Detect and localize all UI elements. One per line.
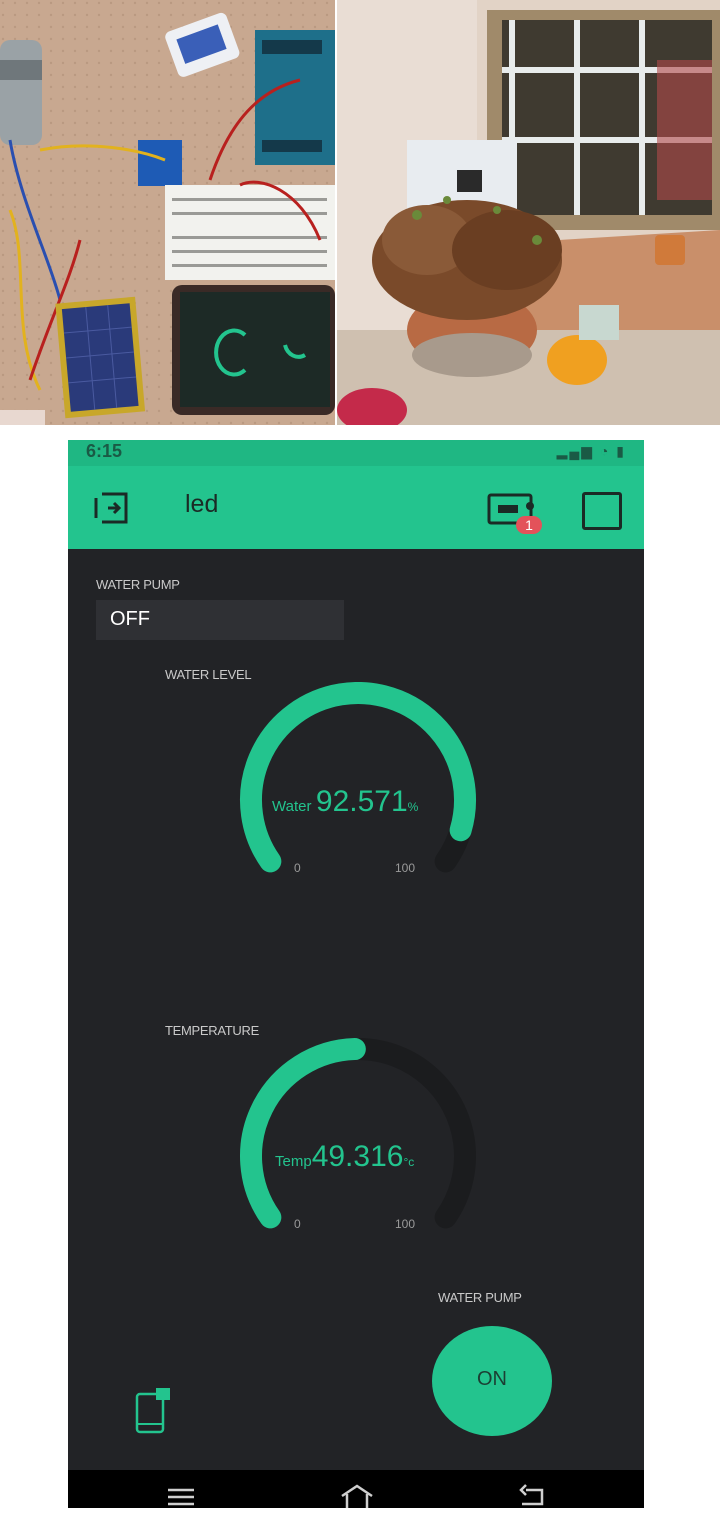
device-status-button[interactable]: 1 (486, 492, 546, 536)
pump-display-label: WATER PUMP (96, 577, 180, 592)
temp-gauge-fill (240, 1038, 366, 1229)
water-gauge-fill (240, 682, 476, 873)
signal-icon: ▂▄▆ (556, 443, 595, 459)
temp-gauge-max: 100 (395, 1217, 416, 1231)
play-stop-button[interactable] (582, 492, 622, 530)
temp-gauge-unit: °c (403, 1155, 415, 1169)
solar-panel (55, 296, 146, 419)
water-gauge-readout: Water 92.571% (272, 785, 418, 819)
phone-screen: 6:15 ▂▄▆ ◔ ▮ led 1 WATER PUMP OFF WATER … (68, 440, 644, 1508)
temp-gauge (240, 1038, 476, 1229)
water-gauge-unit: % (407, 800, 419, 814)
status-bar: 6:15 ▂▄▆ ◔ ▮ (68, 440, 644, 466)
device-widget-icon[interactable] (134, 1386, 176, 1434)
yellow-bowl (547, 335, 607, 385)
circuit-photo-drawing (0, 0, 335, 425)
back-icon[interactable] (516, 1482, 548, 1508)
photo-circuit-board (0, 0, 335, 425)
water-gauge-value: 92.571 (315, 785, 408, 818)
water-gauge-min: 0 (294, 861, 301, 875)
app-bar: led 1 (68, 466, 644, 549)
temp-gauge-min: 0 (294, 1217, 301, 1231)
android-nav-bar (68, 1470, 644, 1508)
pump-value: OFF (110, 608, 150, 630)
water-pump-button[interactable]: ON (432, 1326, 552, 1436)
plant (372, 200, 562, 320)
notification-badge: 1 (516, 516, 542, 534)
water-gauge-max: 100 (395, 861, 416, 875)
temp-gauge-readout: Temp49.316°c (275, 1140, 414, 1174)
motor (0, 40, 42, 145)
notification-count: 1 (525, 517, 533, 533)
battery-icon: ▮ (616, 443, 626, 459)
project-title: led (185, 490, 219, 518)
water-gauge-label: WATER LEVEL (165, 667, 252, 682)
water-gauge (240, 682, 476, 873)
pump-value-display: OFF (96, 600, 344, 640)
relay-module (138, 140, 182, 186)
photo-plant-setup (337, 0, 720, 425)
pump-button-value: ON (477, 1368, 507, 1390)
temp-gauge-value: 49.316 (311, 1140, 404, 1173)
water-gauge-prefix: Water (272, 798, 312, 815)
exit-icon[interactable] (92, 490, 132, 526)
pump-button-label: WATER PUMP (438, 1290, 522, 1305)
plant-photo-drawing (337, 0, 720, 425)
temp-gauge-label: TEMPERATURE (165, 1023, 259, 1038)
status-icons: ▂▄▆ ◔ ▮ (557, 443, 626, 460)
menu-icon[interactable] (166, 1484, 196, 1506)
home-icon[interactable] (338, 1482, 376, 1508)
status-time: 6:15 (86, 441, 123, 461)
wifi-icon: ◔ (599, 443, 611, 459)
temp-gauge-prefix: Temp (275, 1153, 312, 1170)
